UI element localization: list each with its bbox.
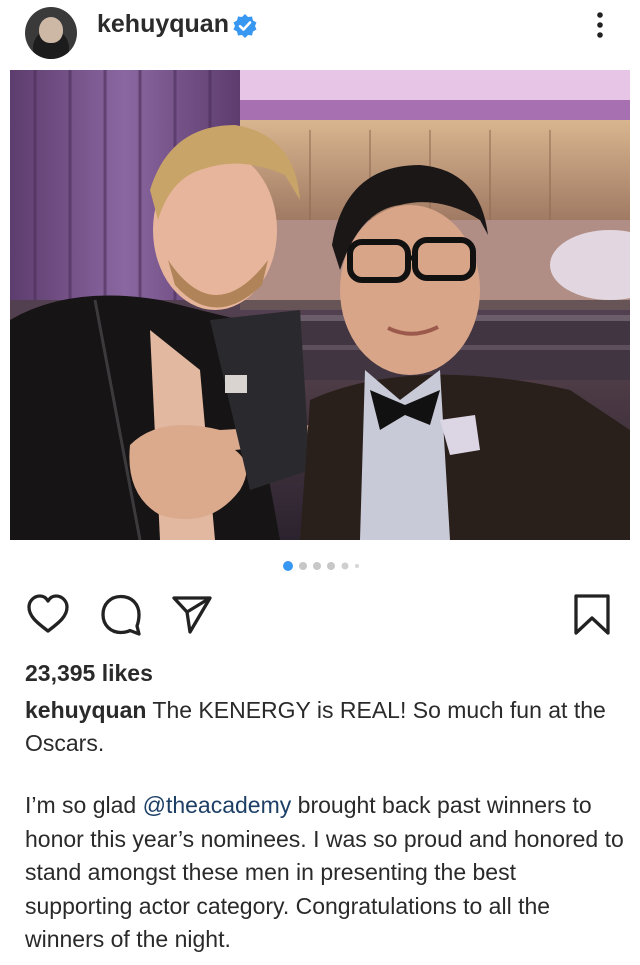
comment-icon[interactable] bbox=[99, 592, 143, 638]
carousel-dot-active[interactable] bbox=[283, 561, 293, 571]
caption: kehuyquan The KENERGY is REAL! So much f… bbox=[25, 694, 625, 760]
post-photo[interactable] bbox=[10, 70, 630, 540]
carousel-dot[interactable] bbox=[341, 562, 349, 570]
username[interactable]: kehuyquan bbox=[97, 10, 229, 39]
bookmark-icon[interactable] bbox=[570, 592, 614, 638]
caption-username[interactable]: kehuyquan bbox=[25, 697, 146, 723]
post-header: kehuyquan bbox=[0, 0, 640, 64]
carousel-dot[interactable] bbox=[299, 562, 307, 570]
more-options-icon[interactable] bbox=[588, 10, 612, 40]
carousel-indicator bbox=[283, 561, 359, 571]
heart-icon[interactable] bbox=[26, 592, 70, 638]
carousel-dot[interactable] bbox=[327, 562, 335, 570]
post-body-text: I’m so glad @theacademy brought back pas… bbox=[25, 789, 625, 957]
carousel-dot[interactable] bbox=[313, 562, 321, 570]
verified-badge-icon bbox=[233, 14, 257, 38]
avatar[interactable] bbox=[25, 7, 77, 59]
share-icon[interactable] bbox=[170, 592, 214, 638]
carousel-dot[interactable] bbox=[355, 564, 359, 568]
action-bar bbox=[0, 592, 640, 640]
body-text-intro: I’m so glad bbox=[25, 792, 143, 818]
photo-illustration bbox=[10, 70, 630, 540]
likes-count[interactable]: 23,395 likes bbox=[25, 660, 153, 687]
mention-link[interactable]: @theacademy bbox=[143, 792, 292, 818]
